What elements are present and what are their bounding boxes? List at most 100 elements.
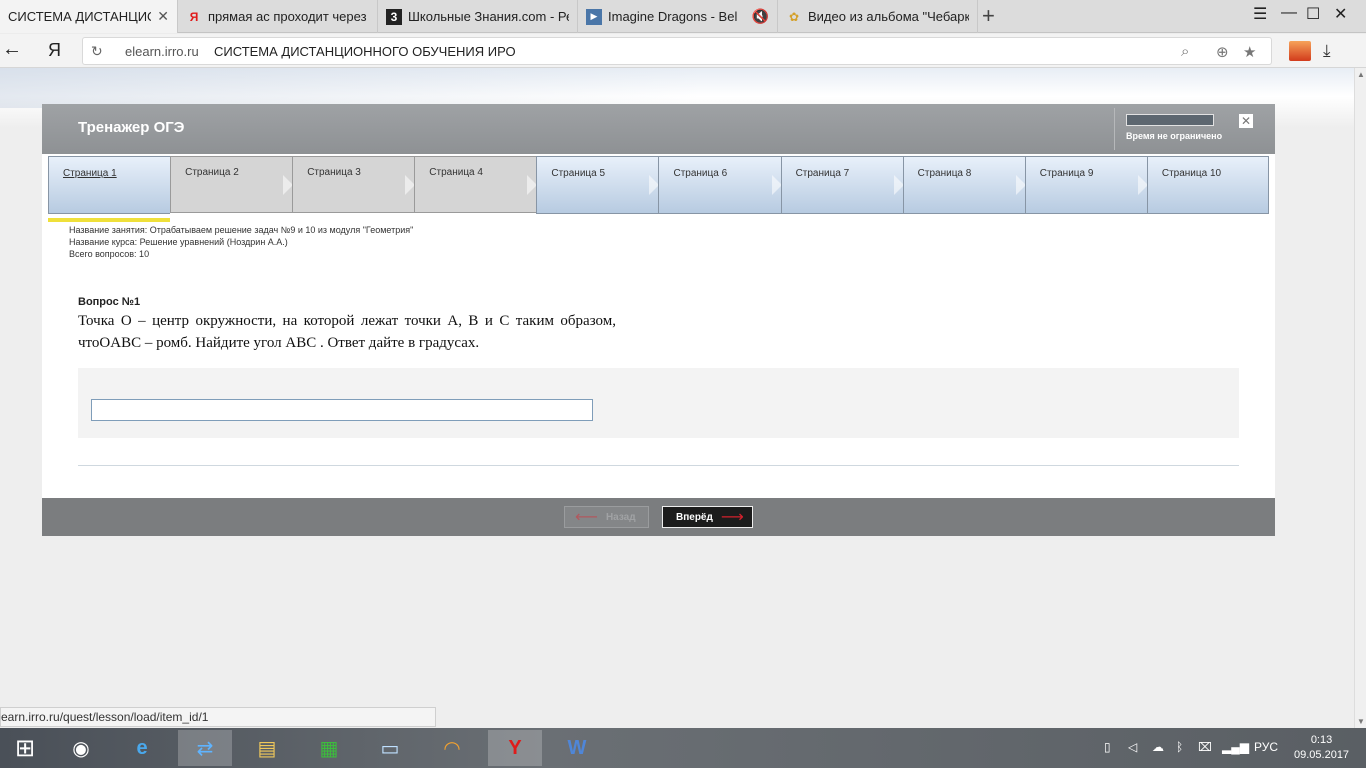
tab-yandex-search[interactable]: Я прямая ас проходит через xyxy=(178,0,378,33)
page-title: Тренажер ОГЭ xyxy=(78,119,185,136)
question-number: Вопрос №1 xyxy=(78,296,141,308)
reload-icon[interactable]: ↻ xyxy=(91,43,103,60)
tablet-icon[interactable]: ▯ xyxy=(1104,740,1111,754)
url-field[interactable]: ↻ elearn.irro.ru СИСТЕМА ДИСТАНЦИОННОГО … xyxy=(82,37,1272,65)
lenovo-icon[interactable]: ▭ xyxy=(363,730,417,766)
bluetooth-icon[interactable]: ᛒ xyxy=(1176,740,1183,754)
timer-box: Время не ограничено ✕ xyxy=(1114,108,1274,150)
question-text: Точка O – центр окружности, на которой л… xyxy=(78,313,616,351)
url-domain: elearn.irro.ru xyxy=(125,44,199,59)
timer-progress-bar xyxy=(1126,114,1214,126)
timer-text: Время не ограничено xyxy=(1126,131,1223,141)
word-icon[interactable]: W xyxy=(550,730,604,766)
windows-taskbar: ⊞ ◉ e ⇄ ▤ ▦ ▭ ◠ Y W ▯ ◁ ☁ ᛒ ⌧ ▂▄▆ РУС 0:… xyxy=(0,728,1366,768)
tab-label: Страница 4 xyxy=(429,167,483,178)
menu-icon[interactable]: ☰ xyxy=(1253,4,1267,24)
tab-imagine-dragons[interactable]: ▶ Imagine Dragons - Bel 🔇 xyxy=(578,0,778,33)
system-clock[interactable]: 0:13 09.05.2017 xyxy=(1294,733,1349,763)
page-viewport: Тренажер ОГЭ Время не ограничено ✕ Стран… xyxy=(0,68,1354,728)
windows-start-icon[interactable]: ⊞ xyxy=(0,730,50,766)
language-indicator[interactable]: РУС xyxy=(1254,740,1278,754)
eye-app-icon[interactable]: ◉ xyxy=(54,730,108,766)
store-icon[interactable]: ▦ xyxy=(302,730,356,766)
clock-date: 09.05.2017 xyxy=(1294,749,1350,761)
answer-input[interactable] xyxy=(91,399,593,421)
close-icon[interactable]: ✕ xyxy=(1239,114,1253,128)
tab-label: Страница 6 xyxy=(673,168,728,179)
download-icon[interactable]: ⤓ xyxy=(1323,41,1331,61)
profile-photo-icon[interactable] xyxy=(1289,41,1311,61)
photo-icon: ✿ xyxy=(788,9,800,24)
maximize-icon[interactable]: ☐ xyxy=(1306,4,1320,24)
teamviewer-icon[interactable]: ⇄ xyxy=(178,730,232,766)
tab-label: Страница 7 xyxy=(795,168,850,179)
total-questions: Всего вопросов: 10 xyxy=(69,249,150,259)
divider xyxy=(78,465,1239,466)
tab-page-9[interactable]: Страница 9 xyxy=(1024,156,1148,214)
answer-area xyxy=(78,368,1239,438)
tab-label: Школьные Знания.com - Ре xyxy=(408,9,569,24)
scroll-up-icon[interactable]: ▲ xyxy=(1357,70,1365,79)
url-page-title: СИСТЕМА ДИСТАНЦИОННОГО ОБУЧЕНИЯ ИРО xyxy=(214,44,516,59)
tab-label: Видео из альбома "Чебарку xyxy=(808,9,969,24)
tab-page-8[interactable]: Страница 8 xyxy=(902,156,1026,214)
browser-tab-strip: СИСТЕМА ДИСТАНЦИОННО ✕ Я прямая ас прохо… xyxy=(0,0,1366,33)
ie-icon[interactable]: e xyxy=(115,730,169,766)
tab-sistema[interactable]: СИСТЕМА ДИСТАНЦИОННО ✕ xyxy=(0,0,178,33)
yandex-logo-icon[interactable]: Я xyxy=(48,40,61,61)
tab-label: Страница 3 xyxy=(307,167,361,178)
current-page-indicator xyxy=(48,218,170,222)
status-url: earn.irro.ru/quest/lesson/load/item_id/1 xyxy=(0,707,436,727)
tab-page-7[interactable]: Страница 7 xyxy=(780,156,904,214)
next-button-label: Вперёд xyxy=(676,511,713,523)
vertical-scrollbar[interactable]: ▲ ▼ xyxy=(1354,68,1366,728)
back-arrow-icon[interactable]: ← xyxy=(2,38,22,61)
explorer-icon[interactable]: ▤ xyxy=(240,730,294,766)
lesson-info: Название занятия: Отрабатываем решение з… xyxy=(69,224,413,260)
scroll-down-icon[interactable]: ▼ xyxy=(1357,717,1365,726)
headphones-icon[interactable]: ◠ xyxy=(425,730,479,766)
window-close-icon[interactable]: ✕ xyxy=(1334,4,1347,24)
address-bar: ← Я ↻ elearn.irro.ru СИСТЕМА ДИСТАНЦИОНН… xyxy=(0,34,1366,68)
page-tabs: Страница 1 Страница 2 Страница 3 Страниц… xyxy=(48,156,1269,214)
protect-globe-icon[interactable]: ⊕ xyxy=(1216,43,1229,61)
search-icon[interactable]: ⌕ xyxy=(1181,43,1189,60)
bookmark-star-icon[interactable]: ★ xyxy=(1243,43,1256,61)
back-button[interactable]: ⟵ Назад xyxy=(564,506,649,528)
tab-label: Страница 8 xyxy=(917,168,972,179)
tab-page-4[interactable]: Страница 4 xyxy=(414,156,538,213)
tab-label: Страница 10 xyxy=(1161,168,1222,179)
close-icon[interactable]: ✕ xyxy=(157,8,169,25)
volume-icon[interactable]: ◁ xyxy=(1128,740,1137,754)
yandex-browser-icon[interactable]: Y xyxy=(488,730,542,766)
lesson-name: Название занятия: Отрабатываем решение з… xyxy=(69,225,414,235)
next-button[interactable]: Вперёд ⟶ xyxy=(662,506,753,528)
signal-icon[interactable]: ▂▄▆ xyxy=(1222,740,1249,754)
tab-page-5[interactable]: Страница 5 xyxy=(536,156,660,214)
tab-label: Страница 1 xyxy=(63,168,117,179)
tab-label: Страница 2 xyxy=(185,167,239,178)
tab-page-1[interactable]: Страница 1 xyxy=(48,156,171,214)
tab-label: Страница 5 xyxy=(551,168,606,179)
tab-page-6[interactable]: Страница 6 xyxy=(658,156,782,214)
tab-znanija[interactable]: 3 Школьные Знания.com - Ре xyxy=(378,0,578,33)
tab-page-10[interactable]: Страница 10 xyxy=(1146,156,1269,214)
arrow-left-icon: ⟵ xyxy=(575,509,598,526)
network-icon[interactable]: ⌧ xyxy=(1198,740,1212,754)
arrow-right-icon: ⟶ xyxy=(720,509,744,526)
course-name: Название курса: Решение уравнений (Ноздр… xyxy=(69,237,288,247)
tab-label: Imagine Dragons - Bel xyxy=(608,9,738,24)
tab-label: СИСТЕМА ДИСТАНЦИОННО xyxy=(8,9,151,24)
cloud-icon[interactable]: ☁ xyxy=(1152,740,1164,754)
tab-video-album[interactable]: ✿ Видео из альбома "Чебарку xyxy=(778,0,978,33)
trainer-header: Тренажер ОГЭ Время не ограничено ✕ xyxy=(42,104,1275,154)
mute-icon[interactable]: 🔇 xyxy=(752,8,769,25)
yandex-y-icon: Я xyxy=(189,9,199,24)
tab-page-2[interactable]: Страница 2 xyxy=(170,156,294,213)
tab-page-3[interactable]: Страница 3 xyxy=(292,156,416,213)
new-tab-button[interactable]: + xyxy=(982,2,995,30)
minimize-icon[interactable]: — xyxy=(1281,4,1297,22)
znanija-icon: 3 xyxy=(386,8,402,25)
tab-label: Страница 9 xyxy=(1039,168,1094,179)
tab-label: прямая ас проходит через xyxy=(208,9,367,24)
